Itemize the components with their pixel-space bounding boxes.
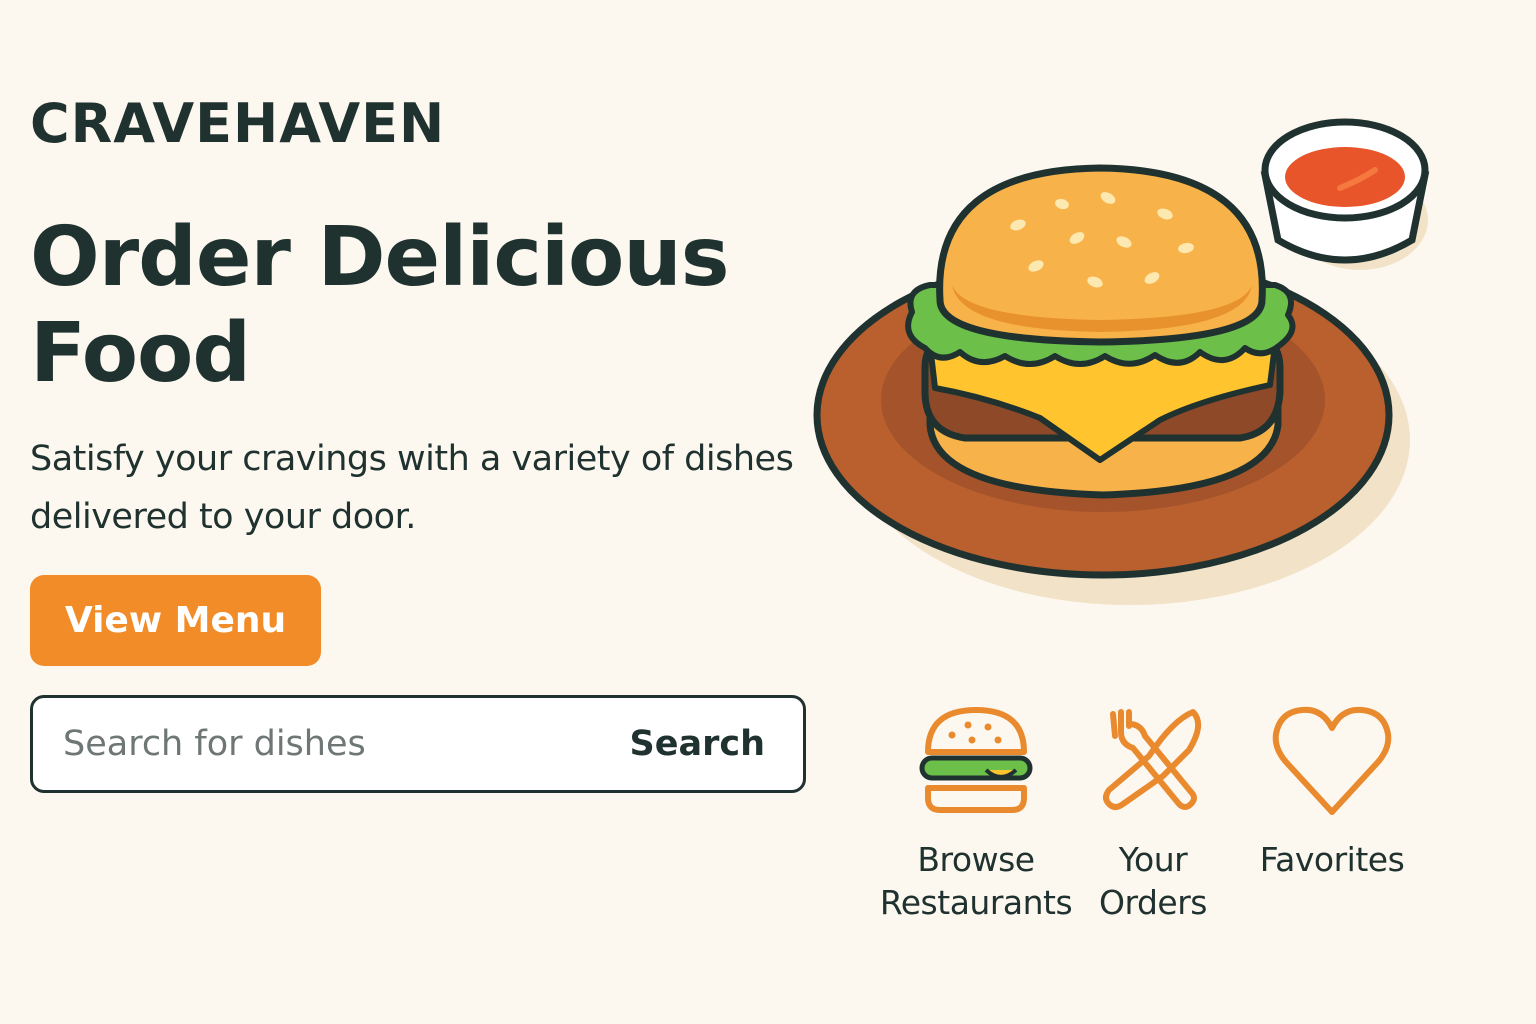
sauce xyxy=(1285,147,1405,207)
search-input[interactable] xyxy=(63,716,603,772)
favorites-link[interactable]: Favorites xyxy=(1250,700,1414,881)
hero-subtitle: Satisfy your cravings with a variety of … xyxy=(30,439,794,537)
favorites-label: Favorites xyxy=(1259,840,1405,879)
search-button[interactable]: Search xyxy=(630,716,766,772)
heart-icon xyxy=(1272,706,1392,815)
fork-knife-icon xyxy=(1103,709,1202,810)
browse-restaurants-link[interactable]: Browse Restaurants xyxy=(868,700,1084,924)
hero-title: Order Delicious Food xyxy=(30,210,730,401)
search-bar: Search xyxy=(30,695,806,793)
your-orders-label: Your Orders xyxy=(1099,840,1207,922)
burger-plate-illustration xyxy=(813,118,1430,605)
burger-icon xyxy=(919,707,1033,813)
browse-restaurants-label: Browse Restaurants xyxy=(879,840,1073,922)
your-orders-link[interactable]: Your Orders xyxy=(1090,700,1216,924)
view-menu-button[interactable]: View Menu xyxy=(30,575,321,666)
brand-logo[interactable]: CRAVEHAVEN xyxy=(30,92,445,155)
